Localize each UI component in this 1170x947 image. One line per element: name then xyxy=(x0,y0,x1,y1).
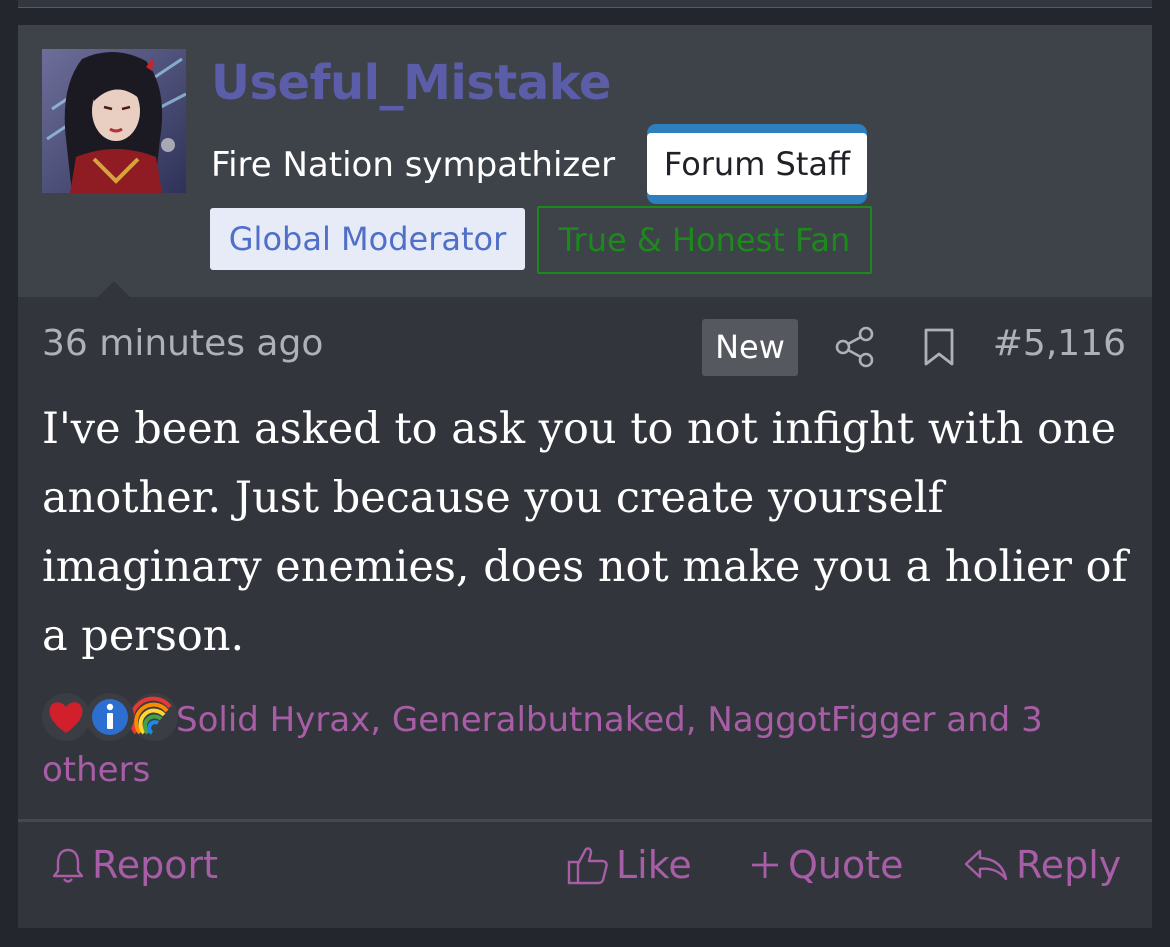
like-label: Like xyxy=(616,843,692,887)
bell-icon xyxy=(52,848,84,883)
reply-arrow-icon xyxy=(964,849,1008,881)
username[interactable]: Useful_Mistake xyxy=(211,55,611,111)
reaction-icons[interactable] xyxy=(42,693,178,741)
post-number[interactable]: #5,116 xyxy=(993,323,1126,364)
user-block-pointer xyxy=(98,281,130,297)
reactions-bar[interactable]: Solid Hyrax, Generalbutnaked, NaggotFigg… xyxy=(42,693,1132,795)
thumbs-up-icon xyxy=(567,847,608,885)
new-badge: New xyxy=(702,319,798,376)
forum-post: Useful_Mistake Fire Nation sympathizer F… xyxy=(18,25,1152,928)
previous-post-edge xyxy=(18,0,1152,8)
reaction-users[interactable]: Solid Hyrax, Generalbutnaked, NaggotFigg… xyxy=(42,700,1043,790)
info-icon[interactable] xyxy=(86,693,134,741)
quote-button[interactable]: Quote xyxy=(748,842,904,888)
global-moderator-badge: Global Moderator xyxy=(210,208,525,270)
footer-divider xyxy=(18,819,1152,822)
reply-button[interactable]: Reply xyxy=(962,842,1121,888)
user-title: Fire Nation sympathizer xyxy=(211,145,616,185)
forum-staff-badge: Forum Staff xyxy=(647,124,867,204)
true-honest-fan-badge: True & Honest Fan xyxy=(537,206,872,274)
share-icon[interactable] xyxy=(835,326,875,368)
user-info-block: Useful_Mistake Fire Nation sympathizer F… xyxy=(18,25,1152,297)
avatar[interactable] xyxy=(42,49,186,193)
post-timestamp[interactable]: 36 minutes ago xyxy=(42,323,323,364)
report-button[interactable]: Report xyxy=(50,842,218,888)
plus-icon xyxy=(752,852,778,878)
reply-label: Reply xyxy=(1016,843,1122,887)
forum-staff-label: Forum Staff xyxy=(647,133,867,195)
like-button[interactable]: Like xyxy=(566,842,692,888)
post-message: I've been asked to ask you to not infigh… xyxy=(42,404,1128,661)
report-label: Report xyxy=(92,843,218,887)
heart-icon[interactable] xyxy=(42,693,90,741)
rainbow-icon[interactable] xyxy=(130,693,178,741)
bookmark-icon[interactable] xyxy=(922,327,956,367)
quote-label: Quote xyxy=(788,843,904,887)
